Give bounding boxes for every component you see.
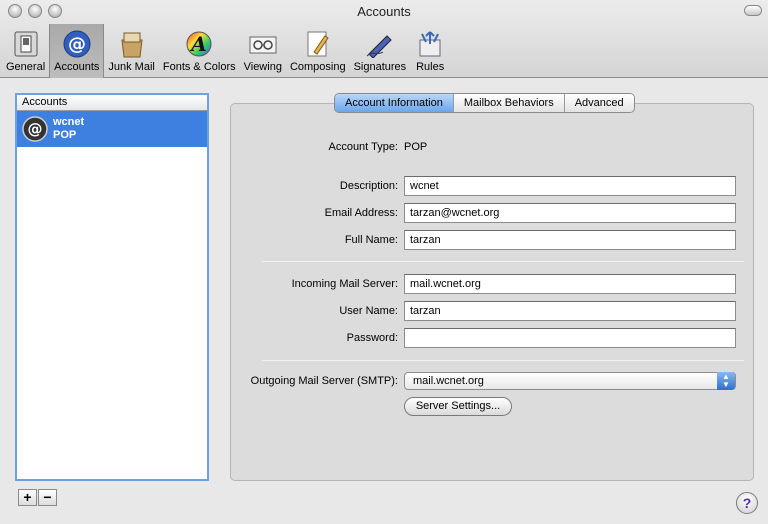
tab-bar: Account Information Mailbox Behaviors Ad… [334, 93, 635, 113]
junk-bag-icon [116, 29, 148, 59]
section-divider [262, 261, 744, 262]
viewing-icon [247, 29, 279, 59]
email-address-field[interactable] [404, 203, 736, 223]
toolbar-composing[interactable]: Composing [286, 24, 350, 78]
accounts-list[interactable]: Accounts @ wcnet POP [15, 93, 209, 481]
account-type: POP [53, 129, 77, 141]
account-type-label: Account Type: [328, 141, 398, 153]
account-name: wcnet [53, 116, 85, 128]
window-title: Accounts [357, 4, 411, 19]
toolbar-rules[interactable]: Rules [410, 24, 450, 78]
user-name-field[interactable] [404, 301, 736, 321]
rules-arrows-icon [414, 29, 446, 59]
pencil-paper-icon [302, 29, 334, 59]
password-field[interactable] [404, 328, 736, 348]
full-name-field[interactable] [404, 230, 736, 250]
outgoing-server-value: mail.wcnet.org [413, 375, 484, 387]
toolbar-junk-mail[interactable]: Junk Mail [104, 24, 158, 78]
outgoing-server-popup[interactable]: mail.wcnet.org ▲ ▼ [404, 372, 736, 390]
description-field[interactable] [404, 176, 736, 196]
description-label: Description: [339, 180, 398, 192]
toolbar-general[interactable]: General [2, 24, 49, 78]
user-name-label: User Name: [339, 305, 398, 317]
outgoing-server-label: Outgoing Mail Server (SMTP): [250, 375, 398, 387]
password-label: Password: [346, 332, 398, 344]
add-account-button[interactable]: + [18, 489, 37, 506]
tab-mailbox-behaviors[interactable]: Mailbox Behaviors [453, 94, 565, 112]
svg-text:A: A [189, 32, 207, 56]
tab-account-information[interactable]: Account Information [335, 94, 454, 112]
toolbar-toggle-button[interactable] [744, 5, 762, 16]
full-name-label: Full Name: [344, 234, 398, 246]
toolbar-signatures[interactable]: Signatures [350, 24, 411, 78]
preferences-toolbar: General @ Accounts Junk Mail A Fonts & C… [2, 24, 450, 78]
title-bar: Accounts General @ Accounts Junk Mail A … [0, 0, 768, 78]
switch-icon [10, 29, 42, 59]
toolbar-viewing[interactable]: Viewing [240, 24, 286, 78]
toolbar-fonts-colors[interactable]: A Fonts & Colors [159, 24, 240, 78]
fountain-pen-icon [364, 29, 396, 59]
server-settings-button[interactable]: Server Settings... [404, 397, 512, 416]
tab-advanced[interactable]: Advanced [564, 94, 634, 112]
at-sign-icon: @ [22, 116, 48, 142]
incoming-server-field[interactable] [404, 274, 736, 294]
email-address-label: Email Address: [324, 207, 398, 219]
accounts-list-header: Accounts [17, 95, 207, 111]
account-row-wcnet[interactable]: @ wcnet POP [17, 111, 207, 147]
remove-account-button[interactable]: − [38, 489, 57, 506]
at-sign-icon: @ [61, 29, 93, 59]
toolbar-accounts[interactable]: @ Accounts [49, 24, 105, 78]
popup-arrows-icon: ▲ ▼ [717, 372, 735, 390]
incoming-server-label: Incoming Mail Server: [291, 278, 398, 290]
svg-text:@: @ [68, 34, 86, 55]
account-type-value: POP [404, 141, 428, 153]
section-divider [262, 360, 744, 361]
svg-text:@: @ [28, 120, 43, 138]
font-color-icon: A [183, 29, 215, 59]
help-button[interactable]: ? [736, 492, 758, 514]
